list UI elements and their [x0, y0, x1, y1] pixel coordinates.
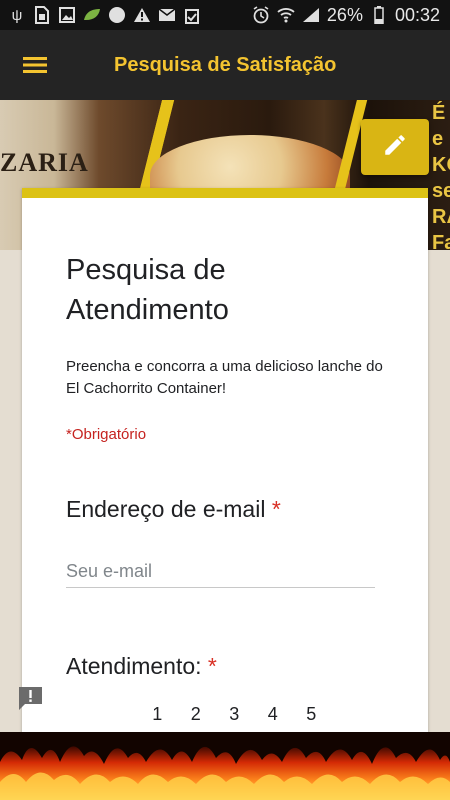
required-asterisk: * — [271, 496, 281, 522]
banner-right-text: ÉeKOseRAFa — [432, 102, 450, 250]
required-note: *Obrigatório — [66, 426, 147, 443]
hamburger-menu-icon — [23, 56, 47, 74]
form-card: Pesquisa de Atendimento Preencha e conco… — [22, 188, 428, 748]
atendimento-question-text: Atendimento: — [66, 653, 202, 679]
app-bar: Pesquisa de Satisfação — [0, 30, 450, 100]
rating-option-1[interactable]: 1 — [138, 704, 177, 725]
battery-icon — [370, 6, 388, 24]
rating-option-2[interactable]: 2 — [177, 704, 216, 725]
alarm-icon — [252, 6, 270, 24]
email-question-label: Endereço de e-mail * — [66, 496, 281, 523]
warning-icon — [133, 6, 151, 24]
clock-time: 00:32 — [394, 4, 440, 25]
signal-icon — [302, 6, 320, 24]
status-left-icons: ψ — [8, 6, 201, 24]
status-right-icons: 26% 00:32 — [252, 5, 440, 26]
image-icon — [58, 6, 76, 24]
pencil-edit-icon — [382, 132, 408, 163]
atendimento-question-label: Atendimento: * — [66, 653, 217, 680]
report-feedback-icon — [17, 687, 44, 715]
menu-button[interactable] — [0, 30, 70, 100]
sim-icon — [33, 6, 51, 24]
clipboard-icon — [183, 6, 201, 24]
edit-button[interactable] — [361, 119, 429, 175]
wifi-icon — [277, 6, 295, 24]
rating-option-5[interactable]: 5 — [292, 704, 331, 725]
status-bar: ψ 26% 00:32 — [0, 0, 450, 30]
battery-percent: 26% — [326, 4, 363, 25]
app-title: Pesquisa de Satisfação — [114, 53, 337, 76]
email-question-text: Endereço de e-mail — [66, 496, 266, 522]
rating-option-3[interactable]: 3 — [215, 704, 254, 725]
banner-left-text: ZARIA — [0, 148, 89, 177]
mail-icon — [158, 6, 176, 24]
rating-scale: 1 2 3 4 5 — [138, 704, 331, 725]
circle-icon — [108, 6, 126, 24]
form-title: Pesquisa de Atendimento — [66, 254, 229, 326]
leaf-icon — [83, 6, 101, 24]
email-field[interactable] — [66, 556, 375, 588]
form-description: Preencha e concorra a uma delicioso lanc… — [66, 358, 383, 397]
report-feedback-button[interactable] — [17, 685, 44, 711]
required-asterisk: * — [207, 653, 217, 679]
usb-debug-icon: ψ — [11, 6, 23, 24]
fire-decoration-image — [0, 732, 450, 800]
rating-option-4[interactable]: 4 — [254, 704, 293, 725]
